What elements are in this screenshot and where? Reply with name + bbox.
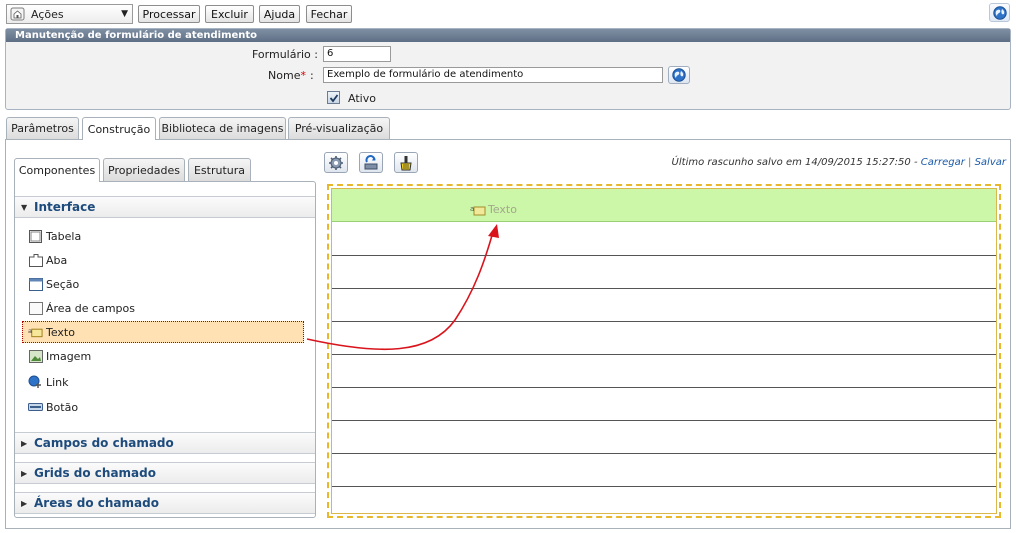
carregar-link[interactable]: Carregar xyxy=(921,157,965,168)
formulario-label: Formulário : xyxy=(252,48,318,61)
tab-pre-visualizacao[interactable]: Pré-visualização xyxy=(288,117,390,139)
tab-parametros[interactable]: Parâmetros xyxy=(6,117,79,139)
draft-status-text: Último rascunho salvo em 14/09/2015 15:2… xyxy=(671,157,918,168)
text-icon: a xyxy=(470,205,486,215)
required-marker: * xyxy=(300,69,307,82)
salvar-link[interactable]: Salvar xyxy=(975,157,1006,168)
actions-dropdown[interactable]: Ações ▼ xyxy=(6,4,133,24)
drop-row[interactable] xyxy=(332,388,996,421)
draft-status: Último rascunho salvo em 14/09/2015 15:2… xyxy=(672,157,1006,168)
canvas-drop-area[interactable]: a Texto xyxy=(331,188,997,514)
text-icon: a xyxy=(28,326,43,339)
section-interface[interactable]: ▼ Interface xyxy=(15,196,315,218)
component-botao[interactable]: Botão xyxy=(15,396,315,418)
section-campos-label: Campos do chamado xyxy=(34,436,174,450)
drop-row[interactable] xyxy=(332,454,996,487)
tab-estrutura[interactable]: Estrutura xyxy=(188,158,251,181)
tab-icon xyxy=(28,253,43,267)
component-secao[interactable]: Seção xyxy=(15,273,315,295)
drag-ghost-texto: a Texto xyxy=(470,203,517,216)
drop-row[interactable] xyxy=(332,223,996,256)
component-tabela[interactable]: Tabela xyxy=(15,225,315,247)
processar-button[interactable]: Processar xyxy=(138,5,200,23)
drop-row[interactable] xyxy=(332,355,996,388)
drop-row[interactable] xyxy=(332,322,996,355)
ativo-label: Ativo xyxy=(348,92,376,105)
settings-tool-button[interactable] xyxy=(324,152,348,173)
actions-label: Ações xyxy=(31,7,64,21)
button-icon xyxy=(28,401,43,414)
nome-colon: : xyxy=(310,69,314,82)
ajuda-button[interactable]: Ajuda xyxy=(259,5,300,23)
section-grids-chamado[interactable]: ▶ Grids do chamado xyxy=(15,462,315,484)
collapsed-arrow-icon: ▶ xyxy=(21,498,28,508)
svg-text:a: a xyxy=(470,205,474,213)
refresh-icon xyxy=(364,154,378,169)
component-label: Seção xyxy=(46,277,80,291)
link-separator: | xyxy=(968,157,972,168)
table-icon xyxy=(28,229,43,243)
component-area-campos[interactable]: Área de campos xyxy=(15,297,315,319)
component-label: Tabela xyxy=(46,229,82,243)
component-label: Link xyxy=(46,375,69,389)
fechar-button[interactable]: Fechar xyxy=(306,5,352,23)
section-icon xyxy=(28,277,43,291)
component-link[interactable]: Link xyxy=(15,371,315,393)
tab-construcao[interactable]: Construção xyxy=(82,117,156,140)
collapsed-arrow-icon: ▶ xyxy=(21,468,28,478)
formulario-field[interactable]: 6 xyxy=(323,46,391,62)
collapsed-arrow-icon: ▶ xyxy=(21,438,28,448)
image-icon xyxy=(28,349,43,363)
component-imagem[interactable]: Imagem xyxy=(15,345,315,367)
section-campos-chamado[interactable]: ▶ Campos do chamado xyxy=(15,432,315,454)
broom-icon xyxy=(400,155,412,170)
drag-ghost-label: Texto xyxy=(488,203,517,216)
section-interface-label: Interface xyxy=(34,200,96,214)
home-icon xyxy=(10,7,25,21)
drop-row[interactable] xyxy=(332,289,996,322)
panel-title: Manutenção de formulário de atendimento xyxy=(6,29,1010,42)
tab-componentes[interactable]: Componentes xyxy=(14,158,100,182)
globe-icon xyxy=(672,68,686,82)
component-label: Texto xyxy=(46,325,75,339)
nome-label: Nome* xyxy=(230,69,306,82)
component-label: Botão xyxy=(46,400,79,414)
tab-propriedades[interactable]: Propriedades xyxy=(103,158,185,181)
component-label: Imagem xyxy=(46,349,92,363)
component-aba[interactable]: Aba xyxy=(15,249,315,271)
translate-button[interactable] xyxy=(668,66,690,84)
components-pane: ▼ Interface Tabela Aba Seção Área de cam… xyxy=(14,181,316,518)
drop-row-highlighted[interactable]: a Texto xyxy=(332,189,996,222)
drop-row[interactable] xyxy=(332,421,996,454)
gear-icon xyxy=(329,155,343,170)
field-area-icon xyxy=(28,301,43,315)
refresh-tool-button[interactable] xyxy=(359,152,383,173)
clean-tool-button[interactable] xyxy=(394,152,418,173)
svg-text:a: a xyxy=(28,327,32,335)
section-areas-chamado[interactable]: ▶ Áreas do chamado xyxy=(15,492,315,514)
section-areas-label: Áreas do chamado xyxy=(34,496,159,510)
drop-row[interactable] xyxy=(332,256,996,289)
globe-icon xyxy=(992,5,1007,20)
check-icon xyxy=(329,93,338,102)
chevron-down-icon: ▼ xyxy=(121,9,128,19)
excluir-button[interactable]: Excluir xyxy=(205,5,254,23)
form-canvas[interactable]: a Texto xyxy=(327,184,1001,518)
component-label: Área de campos xyxy=(46,301,136,315)
component-texto[interactable]: a Texto xyxy=(22,321,304,343)
expanded-arrow-icon: ▼ xyxy=(21,202,28,212)
section-grids-label: Grids do chamado xyxy=(34,466,156,480)
link-icon xyxy=(28,375,43,389)
ativo-checkbox[interactable] xyxy=(327,91,340,104)
help-globe-button[interactable] xyxy=(989,3,1010,22)
nome-label-text: Nome xyxy=(268,69,301,82)
nome-field[interactable]: Exemplo de formulário de atendimento xyxy=(323,67,663,83)
component-label: Aba xyxy=(46,253,68,267)
tab-biblioteca-imagens[interactable]: Biblioteca de imagens xyxy=(159,117,286,139)
